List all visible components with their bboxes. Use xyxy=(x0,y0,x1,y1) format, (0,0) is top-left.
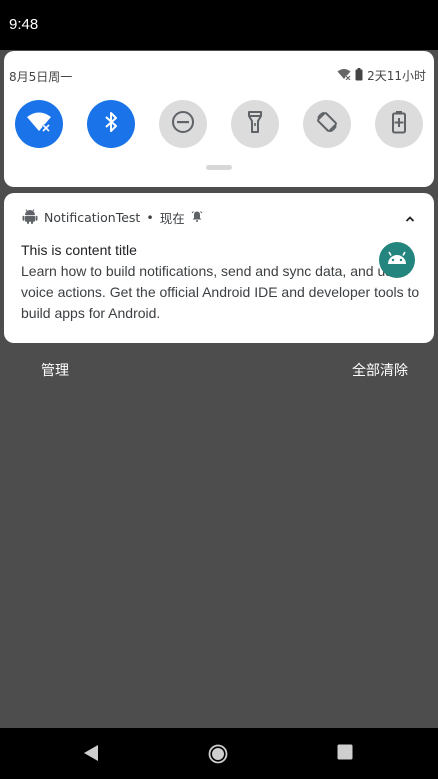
clear-all-button[interactable]: 全部清除 xyxy=(352,360,408,380)
collapse-chevron-icon[interactable] xyxy=(404,210,416,222)
notification-body: Learn how to build notifications, send a… xyxy=(21,263,420,321)
qs-tiles xyxy=(15,100,425,148)
recents-icon[interactable] xyxy=(337,744,353,764)
auto-rotate-icon xyxy=(315,110,339,138)
flashlight-tile[interactable] xyxy=(231,100,279,148)
navigation-bar xyxy=(0,728,438,779)
battery-remaining-text: 2天11小时 xyxy=(367,69,426,83)
do-not-disturb-icon xyxy=(171,110,195,138)
flashlight-icon xyxy=(247,110,263,138)
battery-saver-icon xyxy=(391,110,407,138)
notification-app-name: NotificationTest xyxy=(44,209,141,225)
wifi-off-icon xyxy=(337,68,351,83)
home-icon[interactable] xyxy=(208,744,228,768)
android-icon xyxy=(22,208,38,227)
battery-icon xyxy=(355,67,363,84)
battery-saver-tile[interactable] xyxy=(375,100,423,148)
notification-title: This is content title xyxy=(21,242,137,258)
alert-bell-icon xyxy=(191,210,203,225)
wifi-icon xyxy=(26,111,52,137)
bluetooth-icon xyxy=(103,111,119,137)
expand-handle[interactable] xyxy=(206,165,232,170)
notification-separator: • xyxy=(146,209,154,225)
status-bar: 9:48 xyxy=(0,0,438,50)
auto-rotate-tile[interactable] xyxy=(303,100,351,148)
android-robot-icon xyxy=(385,248,409,272)
back-icon[interactable] xyxy=(83,744,99,766)
notification-card[interactable]: NotificationTest • 现在 This is content ti… xyxy=(4,193,434,343)
dnd-tile[interactable] xyxy=(159,100,207,148)
notification-large-icon xyxy=(379,242,415,278)
notification-time: 现在 xyxy=(159,210,185,226)
quick-settings-panel: 8月5日周一 2天11小时 xyxy=(4,51,434,187)
notification-header: NotificationTest • 现在 xyxy=(22,207,203,227)
wifi-tile[interactable] xyxy=(15,100,63,148)
bluetooth-tile[interactable] xyxy=(87,100,135,148)
qs-date[interactable]: 8月5日周一 xyxy=(9,68,72,85)
status-time: 9:48 xyxy=(9,16,39,33)
manage-button[interactable]: 管理 xyxy=(41,360,69,380)
qs-status-icons: 2天11小时 xyxy=(337,67,426,84)
